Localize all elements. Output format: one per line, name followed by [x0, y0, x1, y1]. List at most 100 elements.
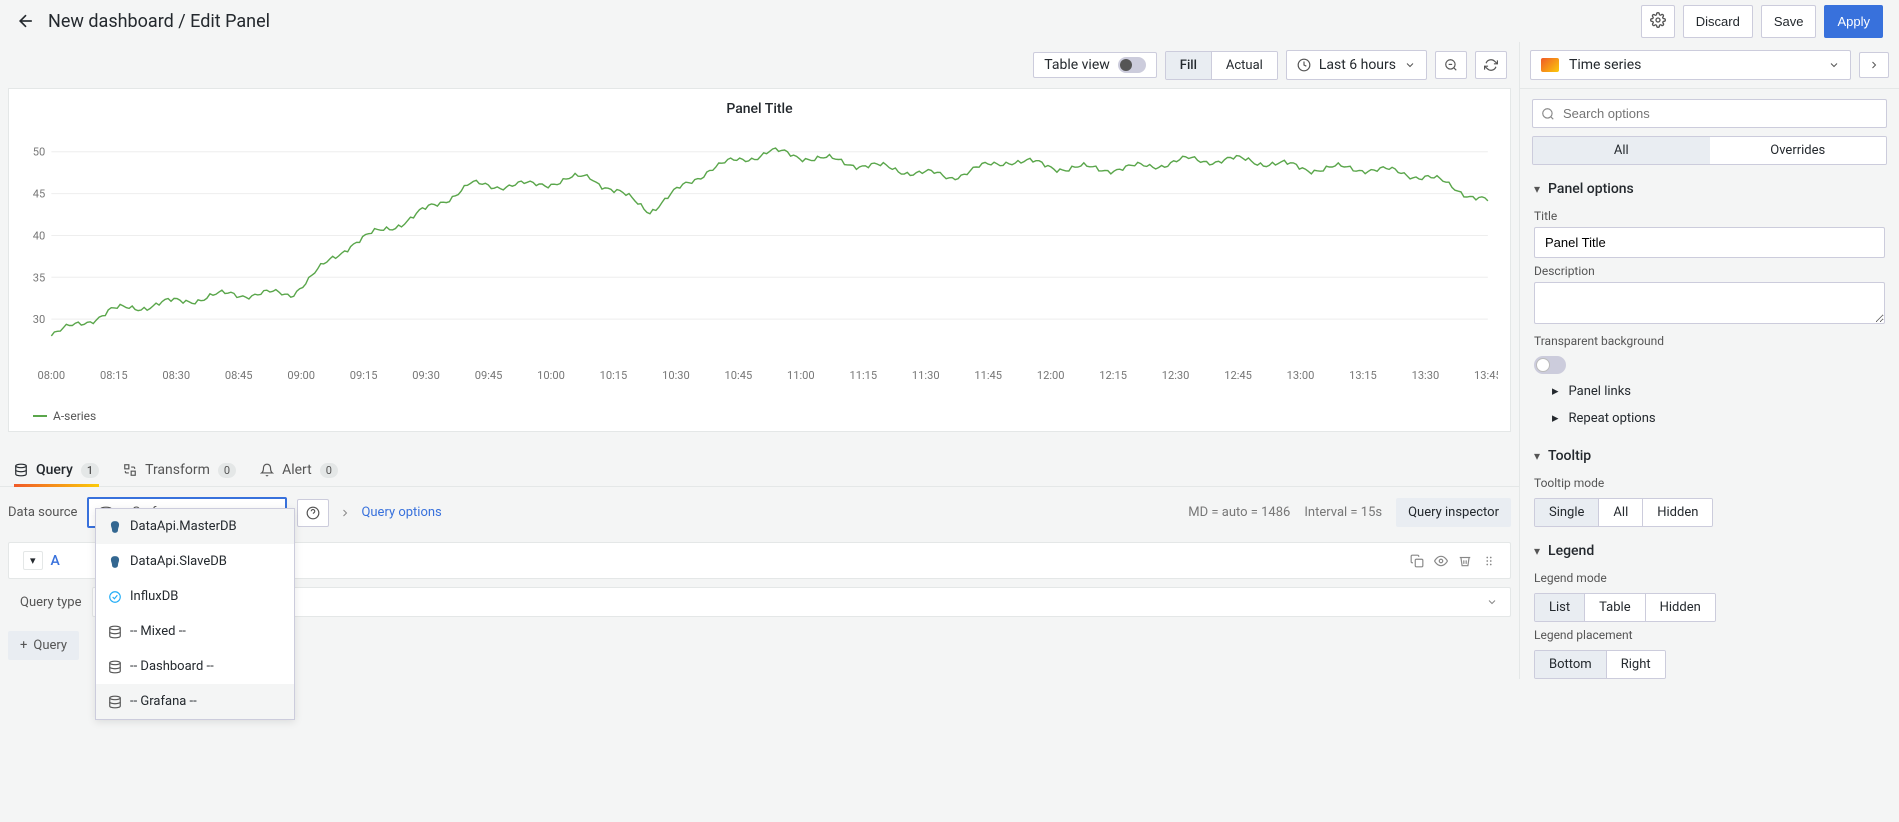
tab-transform[interactable]: Transform 0: [123, 454, 236, 486]
table-view-switch[interactable]: [1118, 57, 1146, 73]
legend-label[interactable]: A-series: [53, 409, 96, 423]
panel-options-header[interactable]: ▾ Panel options: [1534, 175, 1885, 203]
time-range-label: Last 6 hours: [1319, 57, 1396, 73]
repeat-options-row[interactable]: ▸ Repeat options: [1534, 405, 1885, 432]
tab-query-count: 1: [81, 463, 99, 478]
options-tab-all[interactable]: All: [1533, 137, 1710, 164]
chevron-down-icon: [1404, 59, 1416, 71]
back-icon[interactable]: [16, 11, 36, 31]
save-button[interactable]: Save: [1761, 5, 1817, 38]
interval-text: Interval = 15s: [1304, 505, 1382, 520]
svg-text:11:45: 11:45: [974, 369, 1002, 382]
panel-links-row[interactable]: ▸ Panel links: [1534, 378, 1885, 405]
view-mode-group: Fill Actual: [1165, 51, 1278, 80]
tab-transform-label: Transform: [145, 462, 210, 478]
description-input[interactable]: [1534, 282, 1885, 324]
query-inspector-button[interactable]: Query inspector: [1396, 498, 1511, 527]
ds-option-slave[interactable]: DataApi.SlaveDB: [96, 544, 294, 579]
search-options-input[interactable]: [1532, 99, 1887, 128]
database-icon: [108, 660, 122, 674]
chart-area[interactable]: 303540455008:0008:1508:3008:4509:0009:15…: [21, 125, 1498, 405]
tab-alert[interactable]: Alert 0: [260, 454, 338, 486]
settings-button[interactable]: [1641, 5, 1675, 38]
panel-title: Panel Title: [21, 97, 1498, 125]
ds-option-label: DataApi.MasterDB: [130, 519, 237, 534]
legend-table[interactable]: Table: [1584, 594, 1644, 621]
duplicate-icon[interactable]: [1410, 554, 1424, 568]
database-icon: [108, 625, 122, 639]
svg-text:09:15: 09:15: [350, 369, 378, 382]
fill-mode[interactable]: Fill: [1166, 52, 1211, 79]
add-query-button[interactable]: + Query: [8, 631, 79, 660]
svg-text:13:30: 13:30: [1412, 369, 1440, 382]
query-type-select[interactable]: [92, 587, 1512, 617]
tooltip-single[interactable]: Single: [1535, 499, 1598, 526]
title-input[interactable]: [1534, 227, 1885, 258]
legend-color-swatch: [33, 415, 47, 417]
svg-text:11:15: 11:15: [849, 369, 877, 382]
legend-right[interactable]: Right: [1606, 651, 1665, 678]
svg-text:08:30: 08:30: [162, 369, 190, 382]
visualization-picker[interactable]: Time series: [1530, 50, 1851, 80]
chevron-right-icon: ▸: [1552, 411, 1559, 426]
svg-text:11:30: 11:30: [912, 369, 940, 382]
ds-option-label: DataApi.SlaveDB: [130, 554, 227, 569]
ds-help-button[interactable]: [297, 499, 329, 527]
chevron-right-icon: ▸: [1552, 384, 1559, 399]
time-range-picker[interactable]: Last 6 hours: [1286, 50, 1427, 80]
trash-icon[interactable]: [1458, 554, 1472, 568]
table-view-label: Table view: [1044, 57, 1110, 73]
query-options-link[interactable]: Query options: [361, 505, 441, 520]
tooltip-hidden[interactable]: Hidden: [1642, 499, 1712, 526]
chevron-down-icon: ▾: [1534, 182, 1540, 196]
table-view-toggle[interactable]: Table view: [1033, 52, 1157, 78]
discard-button[interactable]: Discard: [1683, 5, 1753, 38]
ds-option-influx[interactable]: InfluxDB: [96, 579, 294, 614]
panel-card: Panel Title 303540455008:0008:1508:3008:…: [8, 88, 1511, 432]
legend-bottom[interactable]: Bottom: [1535, 651, 1606, 678]
transparent-toggle[interactable]: [1534, 356, 1566, 374]
tooltip-header[interactable]: ▾ Tooltip: [1534, 442, 1885, 470]
tab-transform-count: 0: [218, 463, 236, 478]
drag-handle-icon[interactable]: [1482, 554, 1496, 568]
postgres-icon: [108, 520, 122, 534]
apply-button[interactable]: Apply: [1824, 5, 1883, 38]
svg-text:35: 35: [33, 271, 45, 284]
svg-text:08:45: 08:45: [225, 369, 253, 382]
ds-option-label: InfluxDB: [130, 589, 178, 604]
svg-text:13:15: 13:15: [1349, 369, 1377, 382]
svg-text:10:15: 10:15: [600, 369, 628, 382]
ds-option-grafana[interactable]: -- Grafana --: [96, 684, 294, 719]
ds-option-mixed[interactable]: -- Mixed --: [96, 614, 294, 649]
refresh-button[interactable]: [1475, 51, 1507, 79]
eye-icon[interactable]: [1434, 554, 1448, 568]
legend-placement-label: Legend placement: [1534, 622, 1885, 646]
expand-button[interactable]: [1859, 52, 1889, 78]
influx-icon: [108, 590, 122, 604]
svg-text:09:00: 09:00: [287, 369, 315, 382]
legend-list[interactable]: List: [1535, 594, 1584, 621]
svg-text:13:00: 13:00: [1287, 369, 1315, 382]
legend-hidden[interactable]: Hidden: [1645, 594, 1715, 621]
tooltip-all[interactable]: All: [1598, 499, 1642, 526]
postgres-icon: [108, 555, 122, 569]
legend-header[interactable]: ▾ Legend: [1534, 537, 1885, 565]
md-auto-text: MD = auto = 1486: [1188, 505, 1290, 520]
legend-title: Legend: [1548, 543, 1594, 559]
ds-option-master[interactable]: DataApi.MasterDB: [96, 509, 294, 544]
chevron-right-icon[interactable]: [339, 507, 351, 519]
row-collapse-icon[interactable]: ▾: [23, 551, 43, 570]
chevron-down-icon: ▾: [1534, 544, 1540, 558]
svg-text:40: 40: [33, 230, 45, 243]
data-source-label: Data source: [8, 505, 77, 520]
zoom-out-button[interactable]: [1435, 51, 1467, 79]
ds-option-dashboard[interactable]: -- Dashboard --: [96, 649, 294, 684]
options-tab-overrides[interactable]: Overrides: [1710, 137, 1887, 164]
tab-query-label: Query: [36, 462, 73, 478]
chevron-down-icon: [1828, 59, 1840, 71]
actual-mode[interactable]: Actual: [1211, 52, 1277, 79]
panel-links-label: Panel links: [1569, 384, 1631, 399]
svg-text:09:45: 09:45: [475, 369, 503, 382]
tab-query[interactable]: Query 1: [14, 454, 99, 486]
bell-icon: [260, 463, 274, 477]
